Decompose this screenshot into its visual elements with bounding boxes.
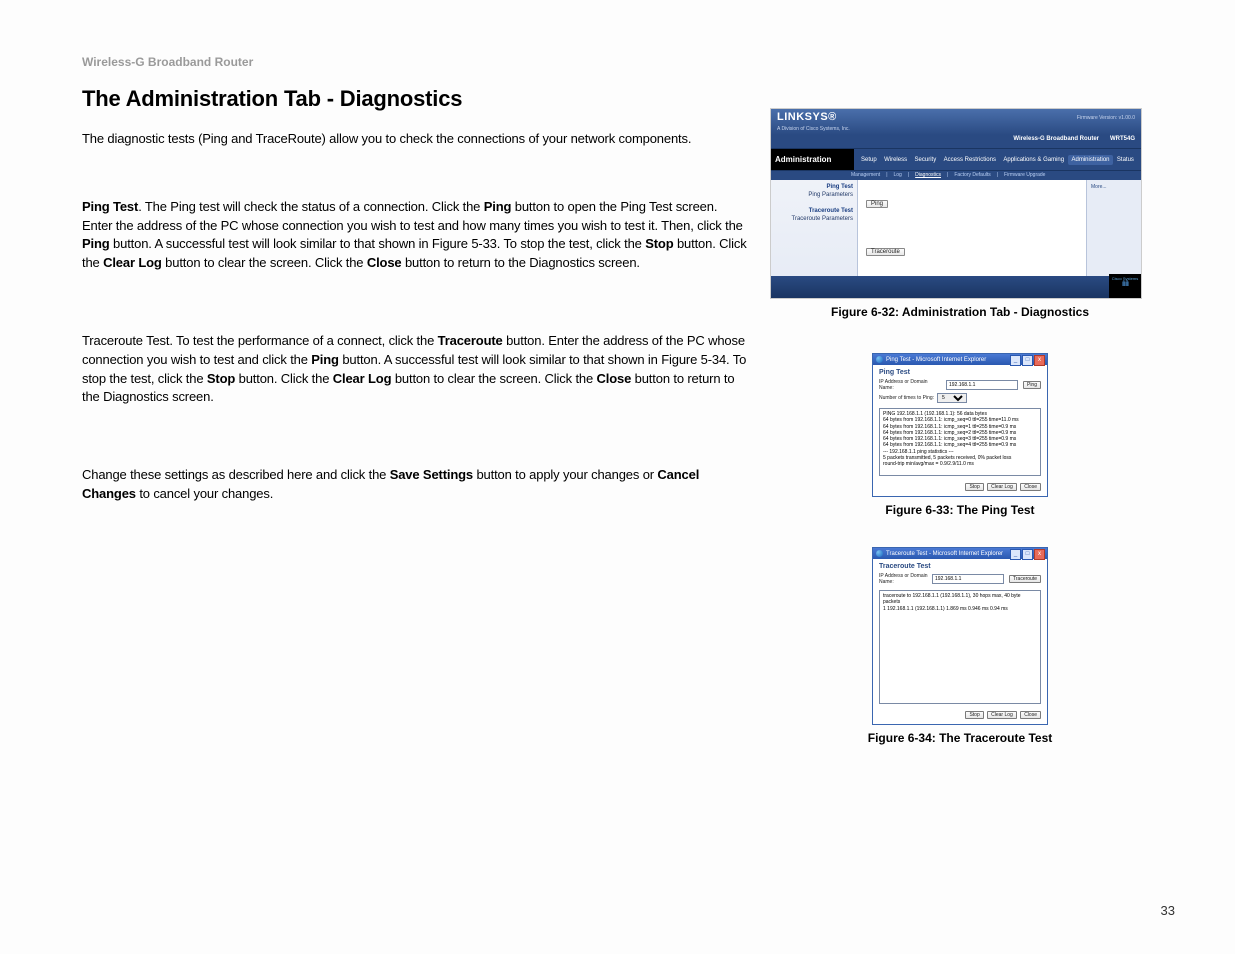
router-brand-bar: LINKSYS® A Division of Cisco Systems, In…: [771, 109, 1141, 135]
main-column: The Administration Tab - Diagnostics The…: [82, 86, 747, 544]
router-sidebar: Ping Test Ping Parameters Traceroute Tes…: [771, 180, 858, 276]
cisco-logo: Cisco Systems ılıılı: [1109, 274, 1141, 298]
tab-applications-gaming[interactable]: Applications & Gaming: [1000, 155, 1067, 165]
sidebar-ping-test: Ping Test: [775, 184, 853, 190]
ie-icon: [876, 356, 883, 363]
ping-count-label: Number of times to Ping:: [879, 395, 934, 401]
subnav-diagnostics[interactable]: Diagnostics: [915, 172, 941, 178]
fig2-caption: Figure 6-33: The Ping Test: [770, 503, 1150, 517]
ping-label: Ping Test: [82, 199, 138, 214]
ping-run-button[interactable]: Ping: [1023, 381, 1041, 389]
router-help-panel: More...: [1086, 180, 1141, 276]
maximize-icon[interactable]: □: [1022, 355, 1033, 366]
trace-close-button[interactable]: Close: [1020, 711, 1041, 719]
tab-status[interactable]: Status: [1114, 155, 1137, 165]
trace-stop-button[interactable]: Stop: [965, 711, 983, 719]
trace-window-title: Traceroute Test - Microsoft Internet Exp…: [873, 548, 1047, 559]
ping-paragraph: Ping Test. The Ping test will check the …: [82, 179, 747, 273]
trace-ip-label: IP Address or Domain Name:: [879, 573, 929, 585]
ping-close-button[interactable]: Close: [1020, 483, 1041, 491]
trace-ip-input[interactable]: [932, 574, 1004, 584]
router-title-bar: Wireless-G Broadband Router WRT54G: [771, 135, 1141, 149]
figures-column: LINKSYS® A Division of Cisco Systems, In…: [770, 108, 1150, 745]
subnav-factory-defaults[interactable]: Factory Defaults: [954, 172, 990, 178]
subnav-firmware-upgrade[interactable]: Firmware Upgrade: [1004, 172, 1045, 178]
maximize-icon[interactable]: □: [1022, 549, 1033, 560]
running-header: Wireless-G Broadband Router: [82, 55, 253, 69]
router-traceroute-button[interactable]: Traceroute: [866, 248, 905, 256]
router-main-panel: Ping Traceroute: [858, 180, 1086, 276]
trace-run-button[interactable]: Traceroute: [1009, 575, 1041, 583]
linksys-logo: LINKSYS®: [777, 111, 837, 123]
minimize-icon[interactable]: _: [1010, 355, 1021, 366]
help-more-link[interactable]: More...: [1091, 184, 1107, 190]
fig1-caption: Figure 6-32: Administration Tab - Diagno…: [770, 305, 1150, 319]
fig-ping-popup: Ping Test - Microsoft Internet Explorer …: [872, 353, 1048, 497]
ie-icon: [876, 550, 883, 557]
linksys-subtitle: A Division of Cisco Systems, Inc.: [777, 126, 850, 132]
page-title: The Administration Tab - Diagnostics: [82, 86, 747, 112]
sidebar-ping-parameters: Ping Parameters: [775, 192, 853, 198]
fig3-caption: Figure 6-34: The Traceroute Test: [770, 731, 1150, 745]
router-footer: Cisco Systems ılıılı: [771, 276, 1141, 298]
router-ping-button[interactable]: Ping: [866, 200, 888, 208]
router-tabs: Setup Wireless Security Access Restricti…: [854, 149, 1141, 170]
fig-traceroute-popup: Traceroute Test - Microsoft Internet Exp…: [872, 547, 1048, 725]
sidebar-traceroute-parameters: Traceroute Parameters: [775, 216, 853, 222]
tab-access-restrictions[interactable]: Access Restrictions: [941, 155, 999, 165]
subnav-log[interactable]: Log: [894, 172, 902, 178]
subnav-management[interactable]: Management: [851, 172, 880, 178]
close-icon[interactable]: x: [1034, 549, 1045, 560]
trace-clearlog-button[interactable]: Clear Log: [987, 711, 1017, 719]
minimize-icon[interactable]: _: [1010, 549, 1021, 560]
router-section-label: Administration: [771, 149, 854, 170]
tab-wireless[interactable]: Wireless: [881, 155, 910, 165]
fig-admin-diagnostics: LINKSYS® A Division of Cisco Systems, In…: [770, 108, 1142, 299]
ping-output: PING 192.168.1.1 (192.168.1.1): 56 data …: [879, 408, 1041, 476]
ping-ip-label: IP Address or Domain Name:: [879, 379, 943, 391]
trace-heading: Traceroute Test: [873, 559, 1047, 572]
tab-setup[interactable]: Setup: [858, 155, 880, 165]
ping-clearlog-button[interactable]: Clear Log: [987, 483, 1017, 491]
trace-output: traceroute to 192.168.1.1 (192.168.1.1),…: [879, 590, 1041, 704]
save-paragraph: Change these settings as described here …: [82, 447, 747, 504]
ping-window-title: Ping Test - Microsoft Internet Explorer …: [873, 354, 1047, 365]
ping-ip-input[interactable]: [946, 380, 1018, 390]
router-product-title: Wireless-G Broadband Router: [1013, 136, 1099, 142]
sidebar-traceroute-test: Traceroute Test: [775, 208, 853, 214]
router-nav-row: Administration Setup Wireless Security A…: [771, 149, 1141, 171]
router-subnav: Management | Log | Diagnostics | Factory…: [771, 171, 1141, 180]
firmware-version: Firmware Version: v1.00.0: [1077, 115, 1135, 121]
page-number: 33: [1161, 903, 1175, 918]
traceroute-paragraph: Traceroute Test. To test the performance…: [82, 313, 747, 407]
intro-paragraph: The diagnostic tests (Ping and TraceRout…: [82, 130, 747, 149]
ping-stop-button[interactable]: Stop: [965, 483, 983, 491]
router-model: WRT54G: [1110, 136, 1135, 142]
ping-heading: Ping Test: [873, 365, 1047, 378]
tab-administration[interactable]: Administration: [1068, 155, 1112, 165]
close-icon[interactable]: x: [1034, 355, 1045, 366]
ping-count-select[interactable]: 5: [937, 393, 967, 403]
tab-security[interactable]: Security: [912, 155, 940, 165]
